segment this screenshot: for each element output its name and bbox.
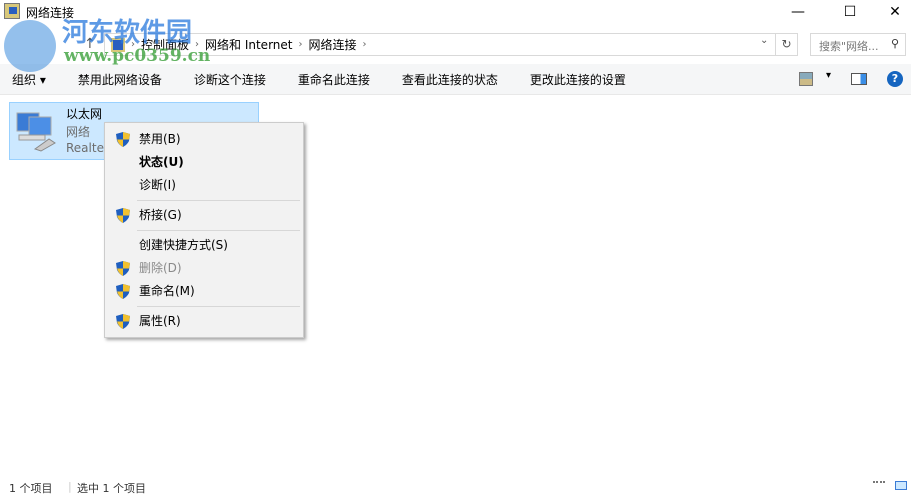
breadcrumb-control-panel[interactable]: 控制面板	[141, 36, 189, 53]
view-status-button[interactable]: 查看此连接的状态	[402, 71, 498, 88]
details-view-icon[interactable]	[873, 481, 885, 490]
menu-separator	[137, 306, 300, 307]
network-connections-icon	[4, 3, 20, 19]
breadcrumb-separator[interactable]: ›	[131, 39, 135, 50]
selected-count: 选中 1 个项目	[77, 482, 146, 495]
maximize-button[interactable]: ☐	[827, 0, 873, 26]
menu-item-label: 状态(U)	[139, 155, 184, 169]
menu-item-delete: 删除(D)	[105, 257, 303, 279]
connection-name: 以太网	[66, 107, 103, 121]
menu-item-status[interactable]: 状态(U)	[105, 151, 303, 173]
disable-device-button[interactable]: 禁用此网络设备	[78, 71, 162, 88]
menu-item-create-shortcut[interactable]: 创建快捷方式(S)	[105, 234, 303, 256]
rename-button[interactable]: 重命名此连接	[298, 71, 370, 88]
status-bar: 1 个项目 | 选中 1 个项目	[0, 478, 911, 495]
organize-button[interactable]: 组织 ▾	[12, 71, 46, 88]
window-title: 网络连接	[26, 6, 75, 20]
breadcrumb-separator[interactable]: ›	[363, 39, 367, 50]
up-button[interactable]: ↑	[84, 36, 96, 52]
search-input[interactable]: 搜索"网络... ⚲	[810, 33, 906, 56]
menu-item-label: 属性(R)	[139, 314, 181, 328]
preview-pane-icon[interactable]	[851, 73, 867, 85]
menu-item-label: 删除(D)	[139, 261, 182, 275]
command-bar: 组织 ▾ 禁用此网络设备 诊断这个连接 重命名此连接 查看此连接的状态 更改此连…	[0, 64, 911, 95]
control-panel-icon	[111, 37, 125, 52]
menu-item-label: 桥接(G)	[139, 208, 182, 222]
address-history-dropdown[interactable]: ⌄	[760, 35, 768, 46]
breadcrumb-network-internet[interactable]: 网络和 Internet	[205, 36, 292, 53]
menu-item-label: 重命名(M)	[139, 284, 195, 298]
menu-item-bridge[interactable]: 桥接(G)	[105, 204, 303, 226]
address-row: ↑ › 控制面板 › 网络和 Internet › 网络连接 › ⌄ ↻ 搜索"…	[0, 32, 911, 58]
network-adapter-icon	[16, 112, 56, 152]
breadcrumb-network-connections[interactable]: 网络连接	[308, 36, 356, 53]
menu-separator	[137, 200, 300, 201]
title-bar: 网络连接 — ☐ ✕	[0, 0, 911, 28]
breadcrumb-separator[interactable]: ›	[195, 39, 199, 50]
context-menu: 禁用(B) 状态(U) 诊断(I) 桥接(G) 创建快捷方式(S) 删除(D) 重命名(M)…	[104, 122, 304, 338]
breadcrumb-separator[interactable]: ›	[298, 39, 302, 50]
help-icon[interactable]: ?	[887, 71, 903, 87]
refresh-button[interactable]: ↻	[776, 33, 798, 56]
large-icons-view-icon[interactable]	[895, 481, 907, 490]
connection-network: 网络	[66, 125, 91, 139]
search-icon[interactable]: ⚲	[891, 37, 899, 50]
view-options-icon[interactable]	[799, 72, 813, 86]
menu-item-properties[interactable]: 属性(R)	[105, 310, 303, 332]
uac-shield-icon	[116, 208, 130, 223]
view-dropdown-icon[interactable]: ▾	[826, 70, 831, 81]
uac-shield-icon	[116, 314, 130, 329]
minimize-button[interactable]: —	[775, 0, 821, 26]
close-button[interactable]: ✕	[872, 0, 911, 26]
search-placeholder: 搜索"网络...	[819, 40, 879, 53]
uac-shield-icon	[116, 132, 130, 147]
menu-item-disable[interactable]: 禁用(B)	[105, 128, 303, 150]
uac-shield-icon	[116, 284, 130, 299]
item-count: 1 个项目	[9, 482, 53, 495]
menu-item-label: 禁用(B)	[139, 132, 181, 146]
menu-item-label: 诊断(I)	[139, 178, 176, 192]
menu-item-diagnose[interactable]: 诊断(I)	[105, 174, 303, 196]
diagnose-button[interactable]: 诊断这个连接	[194, 71, 266, 88]
menu-item-rename[interactable]: 重命名(M)	[105, 280, 303, 302]
menu-separator	[137, 230, 300, 231]
address-bar[interactable]: › 控制面板 › 网络和 Internet › 网络连接 ›	[104, 33, 776, 56]
change-settings-button[interactable]: 更改此连接的设置	[530, 71, 626, 88]
uac-shield-icon	[116, 261, 130, 276]
menu-item-label: 创建快捷方式(S)	[139, 238, 228, 252]
